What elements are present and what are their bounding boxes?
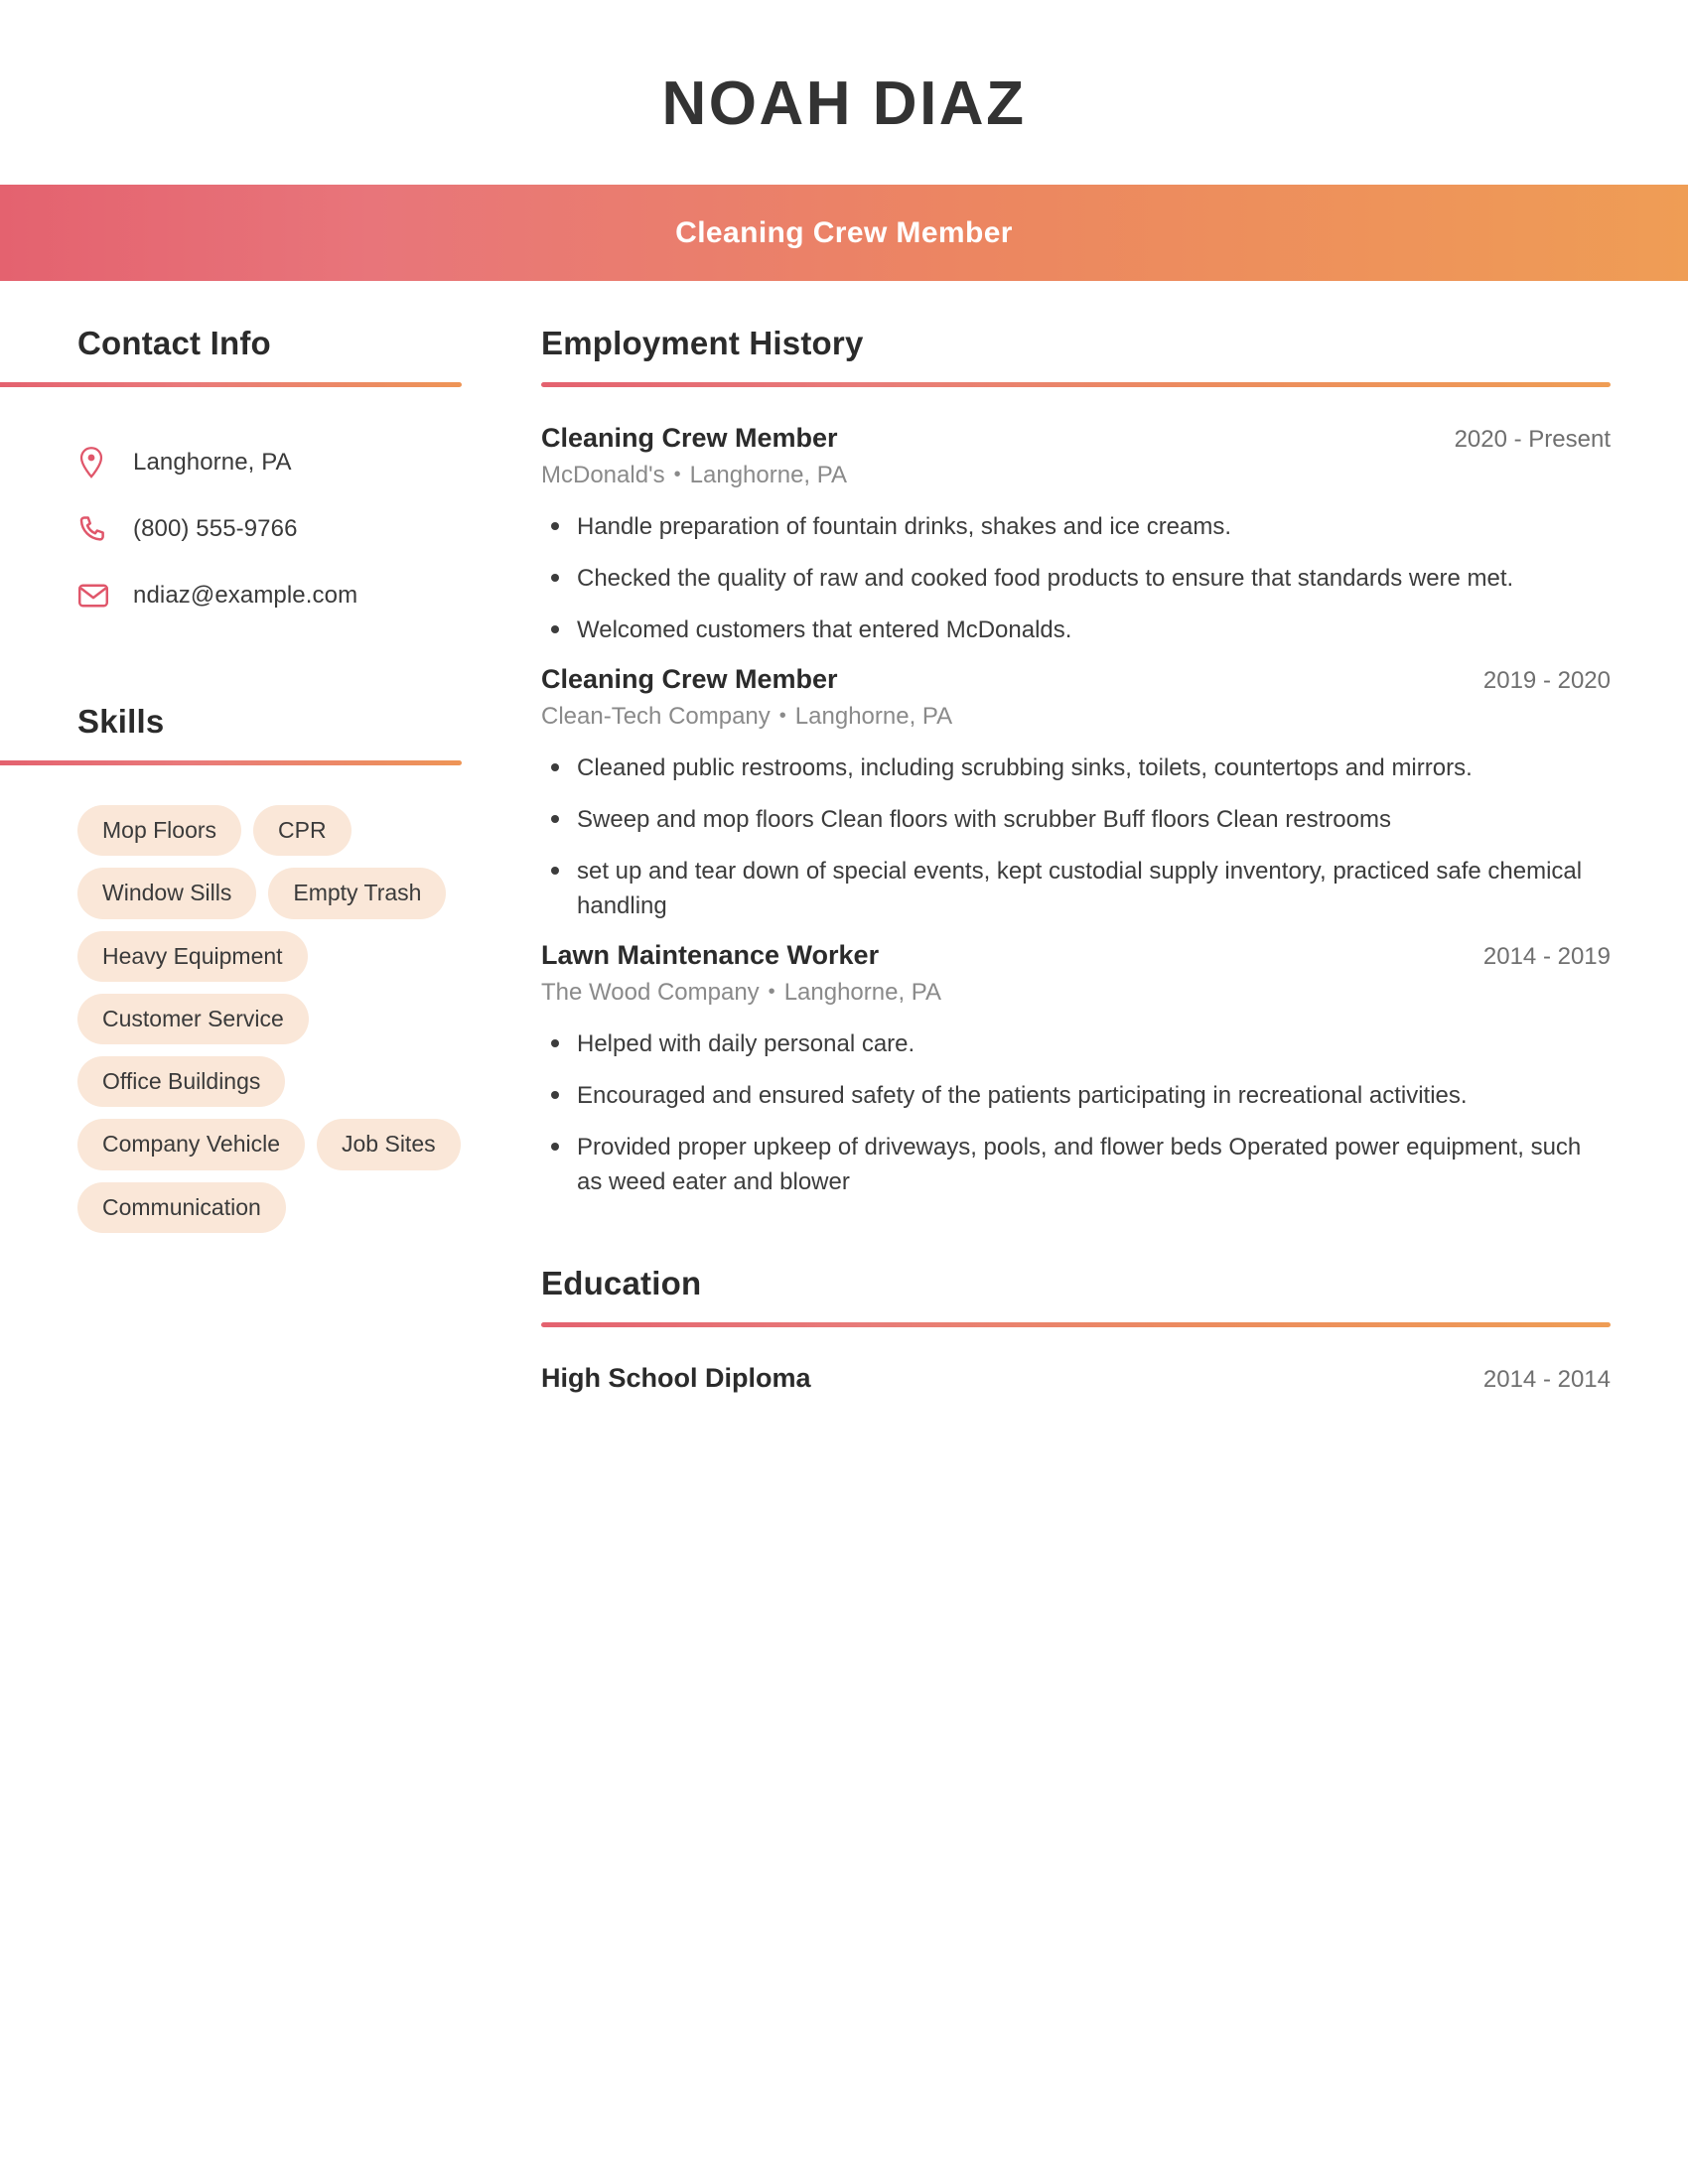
employment-bullet: Handle preparation of fountain drinks, s… bbox=[541, 509, 1611, 544]
employment-bullet-list: Helped with daily personal care. Encourag… bbox=[541, 1026, 1611, 1199]
education-entry-list: High School Diploma 2014 - 2014 bbox=[541, 1363, 1611, 1394]
contact-location-value: Langhorne, PA bbox=[133, 448, 292, 476]
employment-company: The Wood Company bbox=[541, 979, 760, 1007]
skills-section: Skills Mop Floors CPR Window Sills Empty Tr… bbox=[0, 703, 541, 1234]
skills-pill-list: Mop Floors CPR Window Sills Empty Trash Heav… bbox=[77, 805, 475, 1234]
employment-location: Langhorne, PA bbox=[794, 703, 953, 731]
employment-company: Clean-Tech Company bbox=[541, 703, 771, 731]
employment-role: Lawn Maintenance Worker bbox=[541, 940, 880, 971]
employment-entry-header: Cleaning Crew Member 2019 - 2020 bbox=[541, 664, 1611, 695]
location-pin-icon bbox=[77, 446, 121, 479]
employment-bullet: Encouraged and ensured safety of the pat… bbox=[541, 1078, 1611, 1113]
contact-item-phone: (800) 555-9766 bbox=[77, 495, 541, 562]
skills-divider bbox=[0, 760, 462, 765]
employment-bullet: Helped with daily personal care. bbox=[541, 1026, 1611, 1061]
employment-bullet: set up and tear down of special events, … bbox=[541, 854, 1611, 923]
contact-email-value: ndiaz@example.com bbox=[133, 581, 358, 609]
employment-dates: 2020 - Present bbox=[1454, 426, 1611, 453]
bullet-separator-icon: • bbox=[673, 464, 681, 485]
education-degree: High School Diploma bbox=[541, 1363, 811, 1394]
skill-pill: Mop Floors bbox=[77, 805, 242, 857]
resume-page: NOAH DIAZ Cleaning Crew Member Contact I… bbox=[0, 0, 1688, 2184]
contact-info-heading: Contact Info bbox=[77, 325, 271, 361]
employment-company-location: The Wood Company • Langhorne, PA bbox=[541, 979, 1611, 1007]
job-title-band: Cleaning Crew Member bbox=[0, 185, 1688, 281]
contact-info-divider bbox=[0, 382, 462, 387]
skill-pill: Office Buildings bbox=[77, 1056, 286, 1108]
employment-company-location: McDonald's • Langhorne, PA bbox=[541, 462, 1611, 489]
employment-job-list: Cleaning Crew Member 2020 - Present McDona… bbox=[541, 423, 1611, 1199]
bullet-separator-icon: • bbox=[778, 705, 786, 728]
employment-company: McDonald's bbox=[541, 462, 665, 488]
skill-pill: Empty Trash bbox=[268, 868, 447, 919]
employment-location: Langhorne, PA bbox=[689, 462, 847, 488]
employment-entry: Cleaning Crew Member 2019 - 2020 Clean-Tec… bbox=[541, 664, 1611, 923]
skill-pill: Heavy Equipment bbox=[77, 930, 308, 982]
candidate-name: NOAH DIAZ bbox=[661, 68, 1027, 138]
employment-dates: 2014 - 2019 bbox=[1482, 943, 1611, 971]
bullet-separator-icon: • bbox=[768, 981, 775, 1004]
skill-pill: Window Sills bbox=[77, 868, 257, 919]
education-heading: Education bbox=[541, 1265, 702, 1302]
education-divider bbox=[541, 1322, 1611, 1328]
employment-history-divider bbox=[541, 382, 1611, 387]
employment-role: Cleaning Crew Member bbox=[541, 664, 838, 695]
contact-info-section: Contact Info Langhorne, PA (800) 555-976… bbox=[0, 325, 541, 628]
employment-entry: Cleaning Crew Member 2020 - Present McDona… bbox=[541, 423, 1611, 647]
employment-history-heading: Employment History bbox=[541, 325, 864, 361]
phone-icon bbox=[77, 514, 121, 544]
employment-entry-header: Lawn Maintenance Worker 2014 - 2019 bbox=[541, 940, 1611, 971]
employment-bullet-list: Handle preparation of fountain drinks, s… bbox=[541, 509, 1611, 647]
resume-header: NOAH DIAZ bbox=[0, 0, 1688, 185]
education-section: Education High School Diploma 2014 - 2014 bbox=[541, 1265, 1611, 1394]
skill-pill: CPR bbox=[253, 805, 352, 857]
employment-bullet: Provided proper upkeep of driveways, poo… bbox=[541, 1130, 1611, 1199]
skill-pill: Communication bbox=[77, 1181, 286, 1234]
candidate-job-title: Cleaning Crew Member bbox=[675, 215, 1013, 249]
skill-pill: Company Vehicle bbox=[77, 1119, 305, 1170]
employment-bullet-list: Cleaned public restrooms, including scru… bbox=[541, 751, 1611, 923]
contact-phone-value: (800) 555-9766 bbox=[133, 514, 298, 542]
education-dates: 2014 - 2014 bbox=[1482, 1366, 1611, 1394]
employment-bullet: Cleaned public restrooms, including scru… bbox=[541, 751, 1611, 785]
contact-list: Langhorne, PA (800) 555-9766 ndiaz@examp… bbox=[77, 429, 541, 628]
employment-bullet: Checked the quality of raw and cooked fo… bbox=[541, 561, 1611, 596]
education-entry: High School Diploma 2014 - 2014 bbox=[541, 1363, 1611, 1394]
employment-role: Cleaning Crew Member bbox=[541, 423, 838, 453]
employment-entry-header: Cleaning Crew Member 2020 - Present bbox=[541, 423, 1611, 454]
skill-pill: Job Sites bbox=[317, 1119, 461, 1170]
skills-heading: Skills bbox=[77, 703, 165, 740]
employment-company-location: Clean-Tech Company • Langhorne, PA bbox=[541, 703, 1611, 731]
sidebar: Contact Info Langhorne, PA (800) 555-976… bbox=[0, 325, 541, 1234]
employment-bullet: Welcomed customers that entered McDonald… bbox=[541, 613, 1611, 647]
resume-body: Contact Info Langhorne, PA (800) 555-976… bbox=[0, 281, 1688, 1394]
employment-bullet: Sweep and mop floors Clean floors with s… bbox=[541, 802, 1611, 837]
employment-dates: 2019 - 2020 bbox=[1482, 667, 1611, 695]
contact-item-email: ndiaz@example.com bbox=[77, 562, 541, 628]
skill-pill: Customer Service bbox=[77, 993, 309, 1045]
envelope-icon bbox=[77, 583, 121, 609]
main-content: Employment History Cleaning Crew Member 2… bbox=[541, 325, 1688, 1394]
contact-item-location: Langhorne, PA bbox=[77, 429, 541, 495]
employment-entry: Lawn Maintenance Worker 2014 - 2019 The Wo… bbox=[541, 940, 1611, 1199]
employment-history-section: Employment History Cleaning Crew Member 2… bbox=[541, 325, 1611, 1199]
employment-location: Langhorne, PA bbox=[783, 979, 942, 1007]
